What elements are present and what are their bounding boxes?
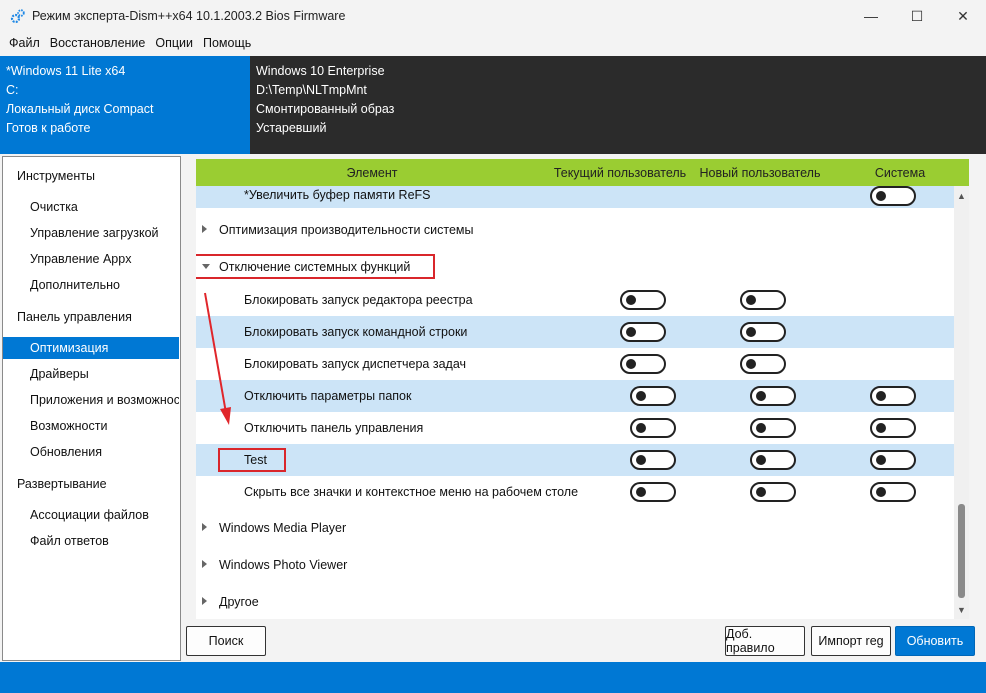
menu-restore[interactable]: Восстановление	[45, 36, 151, 50]
current-system-path: C:	[6, 83, 19, 97]
sidebar-item-appx[interactable]: Управление Appx	[3, 248, 179, 270]
refresh-button[interactable]: Обновить	[895, 626, 975, 656]
sidebar-section-control-panel: Панель управления	[17, 310, 132, 324]
image-status: Устаревший	[256, 121, 327, 135]
sidebar-item-drivers[interactable]: Драйверы	[3, 363, 179, 385]
import-reg-button[interactable]: Импорт reg	[811, 626, 891, 656]
settings-table: Элемент Текущий пользователь Новый польз…	[196, 159, 969, 619]
sidebar-item-advanced[interactable]: Дополнительно	[3, 274, 179, 296]
close-icon: ✕	[957, 7, 969, 24]
sidebar-item-updates[interactable]: Обновления	[3, 441, 179, 463]
main-panel: Элемент Текущий пользователь Новый польз…	[182, 156, 986, 661]
sidebar-section-tools: Инструменты	[17, 169, 95, 183]
sidebar-item-features[interactable]: Возможности	[3, 415, 179, 437]
close-button[interactable]: ✕	[940, 0, 986, 32]
mounted-image-panel[interactable]: Windows 10 Enterprise D:\Temp\NLTmpMnt С…	[250, 56, 986, 154]
add-rule-button[interactable]: Доб. правило	[725, 626, 805, 656]
sidebar-item-answer-file[interactable]: Файл ответов	[3, 530, 179, 552]
status-bar	[0, 662, 986, 693]
annotation-arrow	[204, 292, 231, 425]
gear-icon	[10, 8, 26, 24]
sidebar-item-file-associations[interactable]: Ассоциации файлов	[3, 504, 179, 526]
menu-help[interactable]: Помощь	[198, 36, 256, 50]
sidebar-section-deployment: Развертывание	[17, 477, 107, 491]
sidebar-item-boot-manager[interactable]: Управление загрузкой	[3, 222, 179, 244]
window-title: Режим эксперта-Dism++x64 10.1.2003.2 Bio…	[32, 9, 346, 23]
current-system-name: *Windows 11 Lite x64	[6, 64, 126, 78]
minimize-icon: —	[864, 8, 878, 24]
sidebar: Инструменты Очистка Управление загрузкой…	[2, 156, 181, 661]
sidebar-item-optimization[interactable]: Оптимизация	[3, 337, 179, 359]
search-button[interactable]: Поиск	[186, 626, 266, 656]
image-path: D:\Temp\NLTmpMnt	[256, 83, 367, 97]
title-bar: Режим эксперта-Dism++x64 10.1.2003.2 Bio…	[0, 0, 986, 32]
image-name: Windows 10 Enterprise	[256, 64, 385, 78]
image-type: Смонтированный образ	[256, 102, 395, 116]
menu-bar: Файл Восстановление Опции Помощь	[0, 32, 986, 54]
current-system-disk: Локальный диск Compact	[6, 102, 154, 116]
maximize-button[interactable]: ☐	[894, 0, 940, 32]
minimize-button[interactable]: —	[848, 0, 894, 32]
menu-options[interactable]: Опции	[150, 36, 198, 50]
sidebar-item-cleanup[interactable]: Очистка	[3, 196, 179, 218]
current-system-status: Готов к работе	[6, 121, 91, 135]
maximize-icon: ☐	[910, 7, 924, 24]
current-system-panel[interactable]: *Windows 11 Lite x64 C: Локальный диск C…	[0, 56, 250, 154]
sidebar-item-apps-features[interactable]: Приложения и возможнос	[3, 389, 179, 411]
menu-file[interactable]: Файл	[4, 36, 45, 50]
